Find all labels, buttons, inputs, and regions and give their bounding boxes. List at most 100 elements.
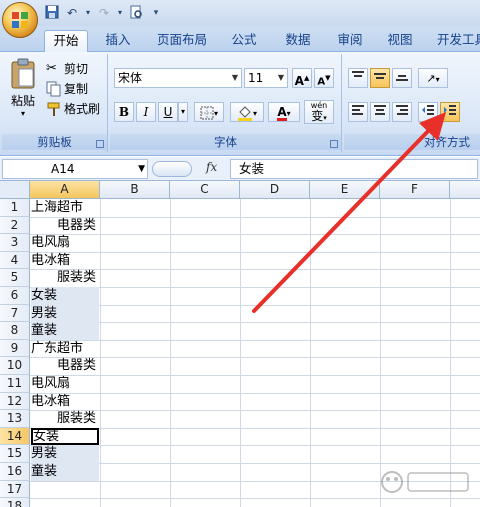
row-header-16[interactable]: 16 (0, 463, 30, 481)
cell-a12[interactable]: 电冰箱 (31, 393, 99, 411)
undo-icon[interactable]: ↶ (64, 5, 80, 21)
cell-a16[interactable]: 童装 (31, 463, 99, 481)
cell-a11[interactable]: 电风扇 (31, 375, 99, 393)
font-name-dropdown-icon[interactable]: ▼ (229, 69, 241, 87)
column-header-e[interactable]: E (310, 181, 380, 199)
active-cell-a14[interactable]: 女装 (31, 427, 99, 446)
row-header-17[interactable]: 17 (0, 480, 30, 499)
row-header-7[interactable]: 7 (0, 304, 30, 323)
cut-button[interactable]: ✂ 剪切 (46, 60, 88, 77)
align-bottom-button[interactable] (392, 68, 412, 88)
tab-insert[interactable]: 插入 (96, 30, 140, 52)
underline-dropdown-icon[interactable]: ▾ (178, 102, 188, 122)
row-header-11[interactable]: 11 (0, 375, 30, 393)
paste-dropdown-icon[interactable]: ▾ (21, 109, 25, 118)
row-header-10[interactable]: 10 (0, 357, 30, 375)
tab-developer[interactable]: 开发工具 (432, 30, 480, 52)
row-header-8[interactable]: 8 (0, 322, 30, 340)
column-header-d[interactable]: D (240, 181, 310, 199)
underline-button[interactable]: U (158, 102, 178, 122)
phonetic-button[interactable]: wén 变▾ (304, 100, 334, 124)
formula-input[interactable]: 女装 (230, 159, 478, 179)
copy-button[interactable]: 复制 (46, 80, 88, 97)
cell-a7[interactable]: 男装 (31, 304, 99, 323)
clipboard-launcher-icon[interactable] (96, 140, 104, 148)
print-preview-icon[interactable] (128, 5, 144, 21)
row-header-4[interactable]: 4 (0, 251, 30, 270)
row-header-5[interactable]: 5 (0, 269, 30, 287)
office-button[interactable] (2, 2, 38, 38)
customize-dropdown-icon[interactable]: ▾ (84, 5, 92, 21)
name-box[interactable]: A14 ▼ (2, 159, 148, 179)
grow-font-button[interactable]: A▲ (292, 68, 312, 88)
column-header-c[interactable]: C (170, 181, 240, 199)
row-header-12[interactable]: 12 (0, 392, 30, 411)
align-top-icon (352, 71, 364, 77)
fill-bucket-icon (237, 105, 252, 121)
cell-a15[interactable]: 男装 (31, 445, 99, 463)
align-center-button[interactable] (370, 102, 390, 122)
cell-a1[interactable]: 上海超市 (31, 199, 99, 217)
cell-a5[interactable]: 服装类 (31, 269, 99, 287)
row-header-18[interactable]: 18 (0, 498, 30, 507)
font-launcher-icon[interactable] (330, 140, 338, 148)
shrink-font-button[interactable]: A▼ (314, 68, 334, 88)
cell-a9[interactable]: 广东超市 (31, 340, 99, 358)
fill-color-button[interactable]: ▾ (230, 102, 264, 122)
name-box-dropdown-icon[interactable]: ▼ (138, 160, 145, 178)
font-size-combo[interactable]: 11 ▼ (244, 68, 288, 88)
cell-a2[interactable]: 电器类 (31, 217, 99, 235)
tab-view[interactable]: 视图 (380, 30, 420, 52)
format-painter-button[interactable]: 格式刷 (46, 100, 100, 117)
align-right-button[interactable] (392, 102, 412, 122)
row-header-2[interactable]: 2 (0, 216, 30, 235)
tab-page-layout[interactable]: 页面布局 (150, 30, 214, 52)
cell-a13[interactable]: 服装类 (31, 410, 99, 428)
font-size-dropdown-icon[interactable]: ▼ (275, 69, 287, 87)
insert-function-icon[interactable]: fx (206, 160, 217, 174)
column-header-b[interactable]: B (100, 181, 170, 199)
scissors-icon: ✂ (46, 60, 57, 76)
row-header-6[interactable]: 6 (0, 287, 30, 305)
border-button[interactable]: ▾ (194, 102, 224, 122)
border-icon (200, 106, 214, 119)
function-area: fx (152, 159, 228, 179)
cell-a18[interactable] (31, 498, 99, 507)
row-header-13[interactable]: 13 (0, 410, 30, 428)
cell-a10[interactable]: 电器类 (31, 357, 99, 375)
alignment-group-label: 对齐方式 (344, 134, 480, 150)
cell-a17[interactable] (31, 481, 99, 499)
row-header-3[interactable]: 3 (0, 234, 30, 252)
tab-data[interactable]: 数据 (278, 30, 318, 52)
align-middle-button[interactable] (370, 68, 390, 88)
column-header-g[interactable] (450, 181, 480, 199)
bold-button[interactable]: B (114, 102, 134, 122)
cell-a6[interactable]: 女装 (31, 287, 99, 305)
cell-a8[interactable]: 童装 (31, 322, 99, 340)
cell-a4[interactable]: 电冰箱 (31, 252, 99, 270)
redo-icon[interactable]: ↷ (96, 5, 112, 21)
row-header-1[interactable]: 1 (0, 199, 30, 217)
font-name-combo[interactable]: 宋体 ▼ (114, 68, 242, 88)
customize-dropdown-icon-2[interactable]: ▾ (116, 5, 124, 21)
italic-button[interactable]: I (136, 102, 156, 122)
paste-button[interactable]: 粘贴 ▾ (6, 58, 40, 118)
save-icon[interactable] (44, 5, 60, 21)
row-header-15[interactable]: 15 (0, 445, 30, 463)
tab-formulas[interactable]: 公式 (224, 30, 264, 52)
decrease-indent-button[interactable] (418, 102, 438, 122)
orientation-button[interactable]: ↗▾ (418, 68, 448, 88)
tab-home[interactable]: 开始 (44, 30, 88, 52)
column-header-f[interactable]: F (380, 181, 450, 199)
align-left-button[interactable] (348, 102, 368, 122)
increase-indent-button[interactable] (440, 102, 460, 122)
customize-qat-icon[interactable]: ▾ (148, 5, 164, 21)
align-top-button[interactable] (348, 68, 368, 88)
select-all-corner[interactable] (0, 181, 30, 199)
column-header-a[interactable]: A (30, 181, 100, 199)
cell-a3[interactable]: 电风扇 (31, 234, 99, 252)
tab-review[interactable]: 审阅 (330, 30, 370, 52)
font-color-button[interactable]: A▾ (268, 102, 300, 122)
row-header-14[interactable]: 14 (0, 427, 30, 446)
row-header-9[interactable]: 9 (0, 339, 30, 358)
